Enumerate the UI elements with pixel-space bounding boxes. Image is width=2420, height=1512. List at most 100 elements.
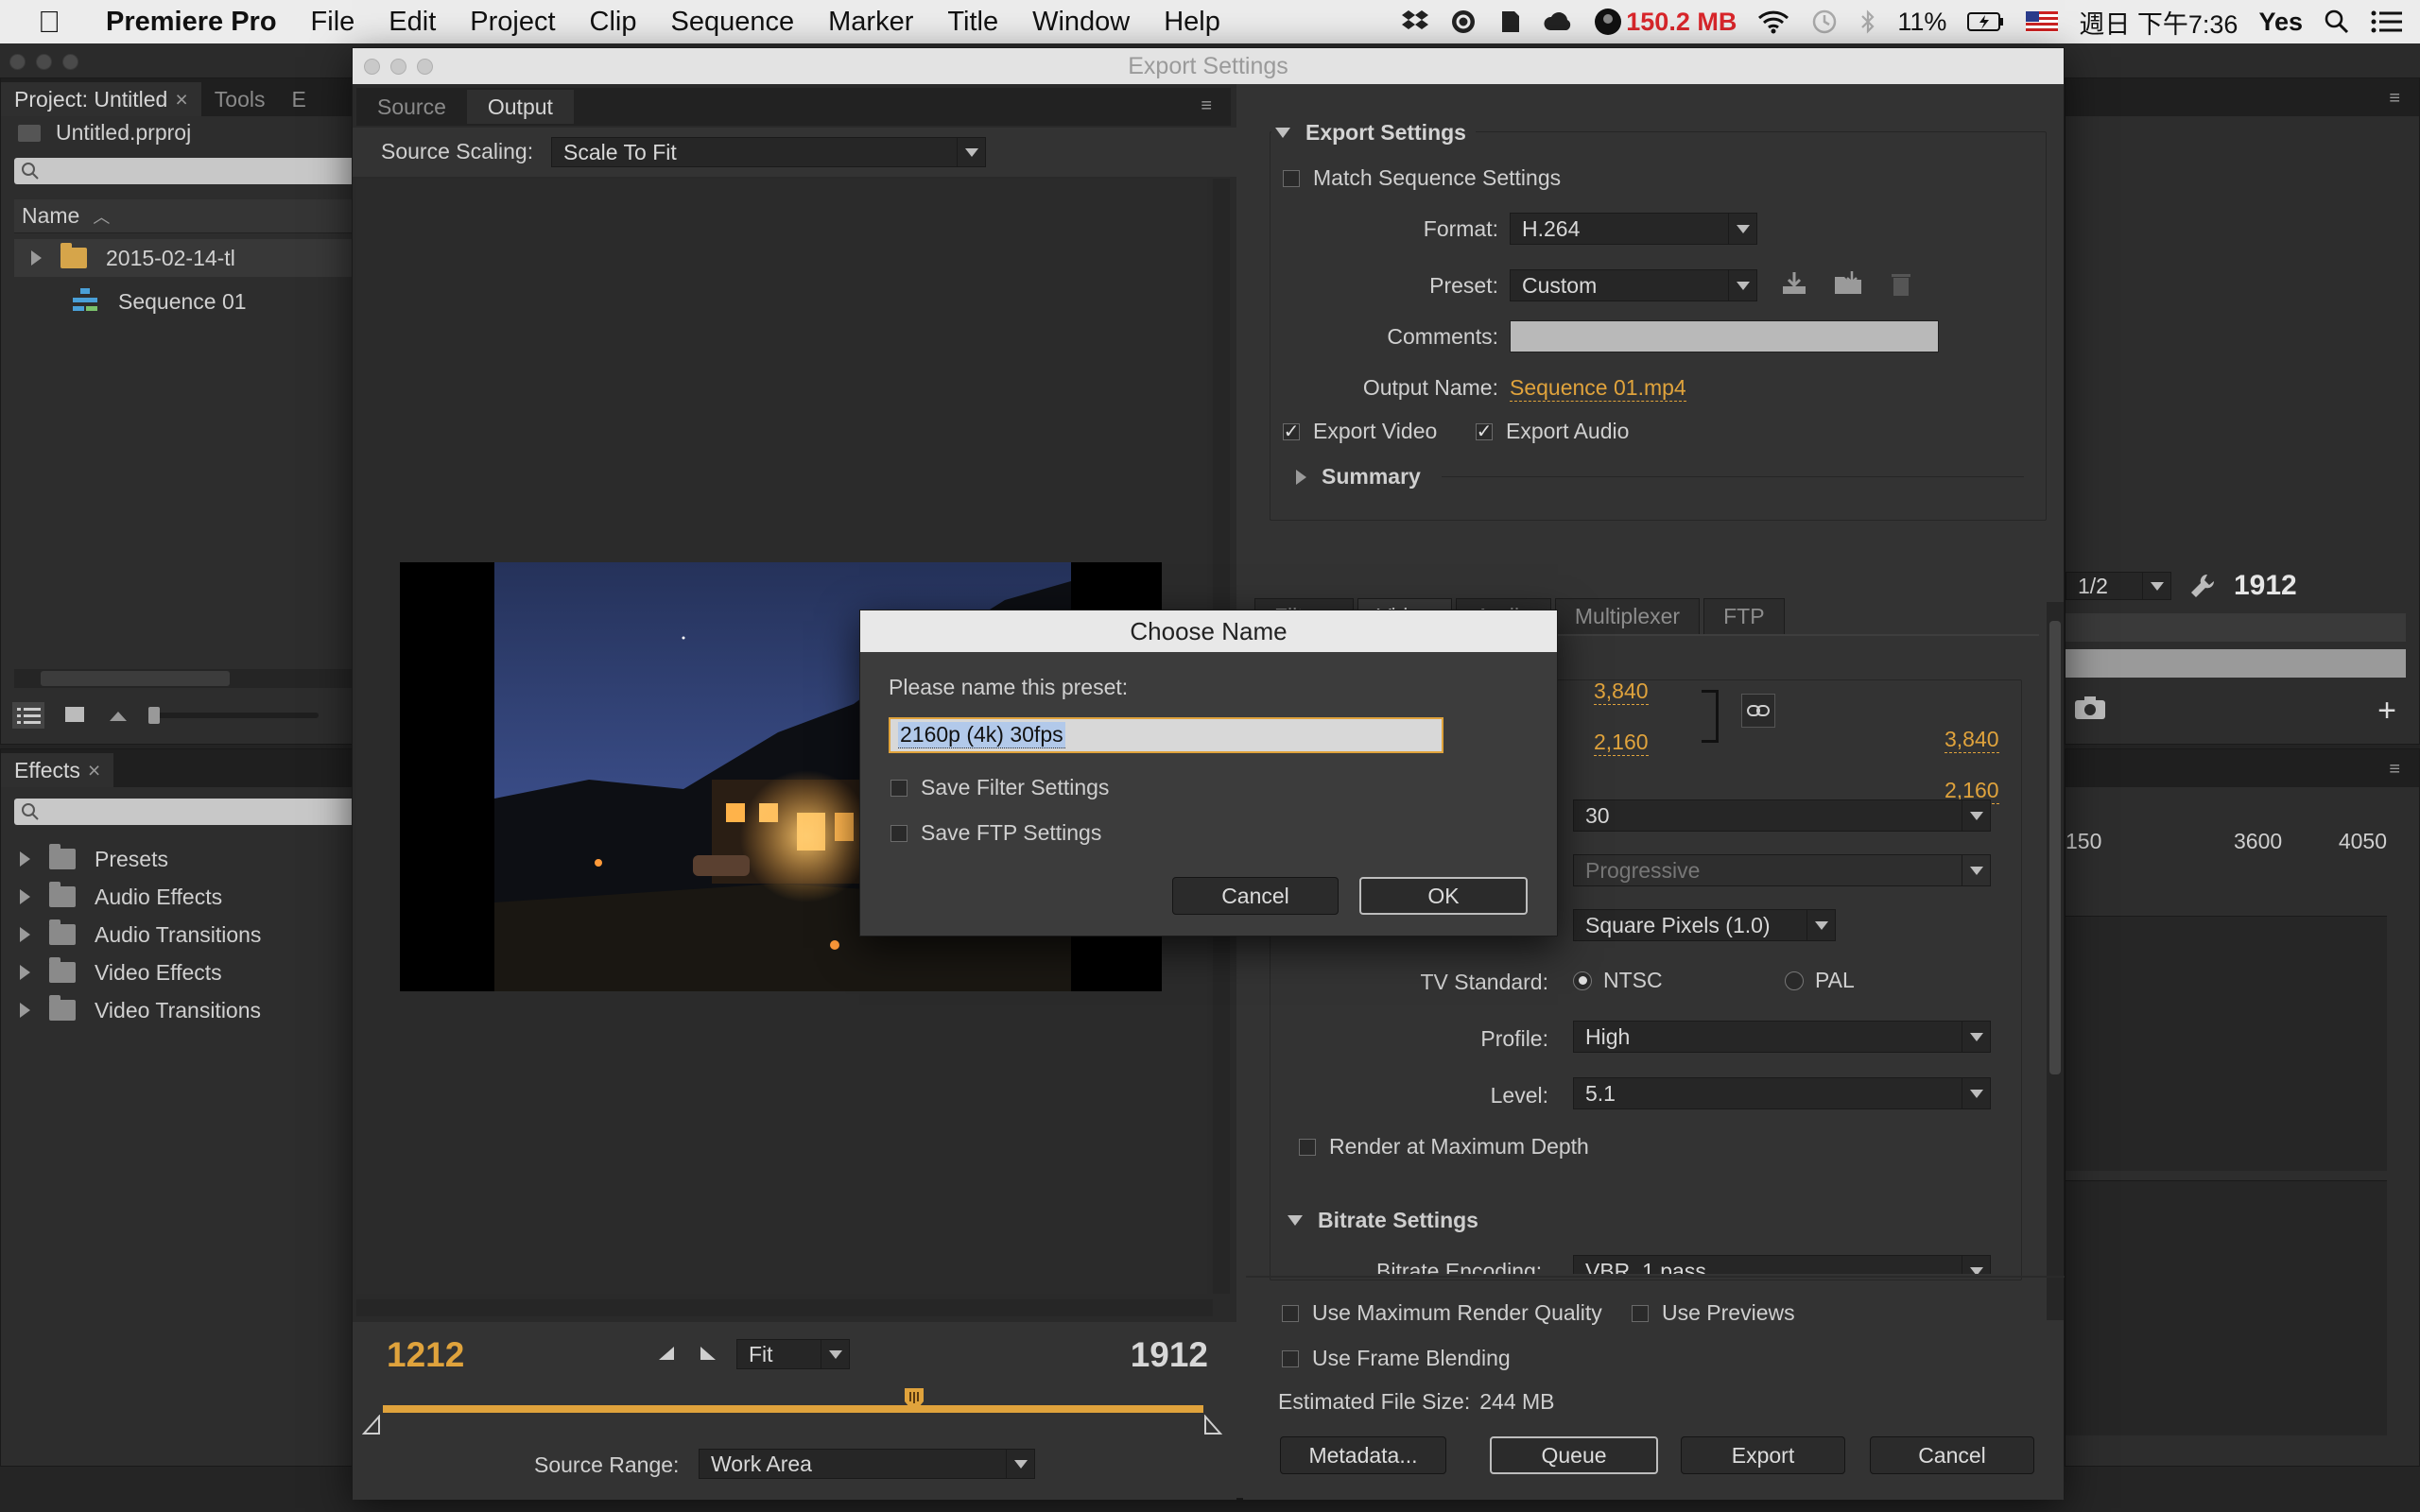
tab-project[interactable]: Project: Untitled × xyxy=(1,82,201,116)
queue-button[interactable]: Queue xyxy=(1490,1436,1658,1474)
pal-radio[interactable] xyxy=(1785,971,1804,990)
bitrate-settings-header[interactable]: Bitrate Settings xyxy=(1288,1208,1478,1233)
wrench-icon[interactable] xyxy=(2188,572,2217,600)
export-video-row[interactable]: Export Video xyxy=(1283,419,1437,444)
project-scrollbar[interactable] xyxy=(14,669,360,688)
metadata-button[interactable]: Metadata... xyxy=(1280,1436,1446,1474)
program-scroll[interactable] xyxy=(2066,649,2406,678)
format-dropdown[interactable]: H.264 xyxy=(1510,213,1757,245)
battery-icon[interactable] xyxy=(1967,11,2005,32)
tab-tools[interactable]: Tools xyxy=(201,82,279,116)
level-dropdown[interactable]: 5.1 xyxy=(1573,1077,1991,1109)
max-render-quality-row[interactable]: Use Maximum Render Quality xyxy=(1282,1300,1602,1326)
ntsc-radio[interactable] xyxy=(1573,971,1592,990)
frame-blending-row[interactable]: Use Frame Blending xyxy=(1282,1346,1511,1371)
expand-triangle-icon[interactable] xyxy=(20,1003,30,1018)
range-start-handle-icon[interactable] xyxy=(362,1415,381,1435)
collapse-triangle-icon[interactable] xyxy=(1275,128,1290,138)
list-item[interactable]: Video Effects xyxy=(20,954,261,991)
import-preset-icon[interactable] xyxy=(1833,269,1865,298)
export-cancel-button[interactable]: Cancel xyxy=(1870,1436,2034,1474)
menu-app-name[interactable]: Premiere Pro xyxy=(78,7,294,38)
fit-dropdown[interactable]: Fit xyxy=(736,1339,850,1369)
menu-file[interactable]: File xyxy=(294,7,372,38)
icon-view-icon[interactable] xyxy=(63,705,88,726)
tab-multiplexer[interactable]: Multiplexer xyxy=(1554,598,1701,634)
pal-option[interactable]: PAL xyxy=(1785,968,1855,993)
camera-icon[interactable] xyxy=(2073,695,2107,721)
export-button[interactable]: Export xyxy=(1681,1436,1845,1474)
menu-sequence[interactable]: Sequence xyxy=(654,7,812,38)
use-previews-checkbox[interactable] xyxy=(1632,1304,1649,1322)
ntsc-option[interactable]: NTSC xyxy=(1573,968,1663,993)
preview-hscroll[interactable] xyxy=(356,1299,1213,1316)
comments-input[interactable] xyxy=(1510,320,1939,352)
dropbox-icon[interactable] xyxy=(1401,9,1429,34)
menu-help[interactable]: Help xyxy=(1147,7,1237,38)
in-point-timecode[interactable]: 1212 xyxy=(387,1335,464,1375)
apple-icon[interactable]:  xyxy=(0,5,78,40)
notification-center-icon[interactable] xyxy=(2371,10,2403,33)
user-name[interactable]: Yes xyxy=(2258,8,2303,37)
expand-triangle-icon[interactable] xyxy=(20,927,30,942)
aspect-dropdown[interactable]: Square Pixels (1.0) xyxy=(1573,909,1836,941)
tab-ftp[interactable]: FTP xyxy=(1703,598,1785,634)
save-filter-row[interactable]: Save Filter Settings xyxy=(890,775,1109,800)
export-audio-row[interactable]: Export Audio xyxy=(1476,419,1629,444)
save-ftp-row[interactable]: Save FTP Settings xyxy=(890,820,1101,846)
match-sequence-checkbox[interactable] xyxy=(1283,169,1300,187)
menu-window[interactable]: Window xyxy=(1015,7,1147,38)
bluetooth-icon[interactable] xyxy=(1859,9,1876,35)
project-column-header[interactable]: Name ︿ xyxy=(14,199,360,233)
range-end-handle-icon[interactable] xyxy=(1203,1415,1222,1435)
list-item[interactable]: Audio Effects xyxy=(20,878,261,916)
panel-menu-icon[interactable]: ≡ xyxy=(2389,759,2400,781)
effects-search-input[interactable] xyxy=(14,799,360,825)
tab-output[interactable]: Output xyxy=(466,90,574,124)
zoom-slider[interactable] xyxy=(148,707,319,724)
export-audio-checkbox[interactable] xyxy=(1476,422,1493,440)
render-max-depth-checkbox[interactable] xyxy=(1299,1138,1316,1156)
out-point-timecode[interactable]: 1912 xyxy=(1131,1335,1208,1375)
close-icon[interactable]: × xyxy=(175,87,187,112)
profile-dropdown[interactable]: High xyxy=(1573,1021,1991,1053)
use-previews-row[interactable]: Use Previews xyxy=(1632,1300,1795,1326)
preset-dropdown[interactable]: Custom xyxy=(1510,269,1757,301)
export-video-checkbox[interactable] xyxy=(1283,422,1300,440)
menu-title[interactable]: Title xyxy=(930,7,1015,38)
height-value-visible[interactable]: 2,160 xyxy=(1594,730,1649,756)
bitrate-encoding-dropdown[interactable]: VBR, 1 pass xyxy=(1573,1255,1991,1274)
expand-triangle-icon[interactable] xyxy=(1296,469,1306,485)
add-button-icon[interactable]: + xyxy=(2377,693,2396,730)
max-render-quality-checkbox[interactable] xyxy=(1282,1304,1299,1322)
frame-rate-dropdown[interactable]: 30 xyxy=(1573,799,1991,832)
cloud-icon[interactable] xyxy=(1543,11,1573,32)
source-range-dropdown[interactable]: Work Area xyxy=(699,1449,1035,1479)
list-item[interactable]: Sequence 01 xyxy=(14,283,360,320)
dialog-ok-button[interactable]: OK xyxy=(1359,877,1528,915)
timeline-tracks-video[interactable] xyxy=(2066,916,2387,1171)
window-zoom-button[interactable] xyxy=(62,54,78,70)
list-item[interactable]: Audio Transitions xyxy=(20,916,261,954)
tab-source[interactable]: Source xyxy=(356,90,467,124)
work-area-bar[interactable] xyxy=(383,1405,1203,1413)
menu-marker[interactable]: Marker xyxy=(811,7,930,38)
wifi-icon[interactable] xyxy=(1757,9,1789,34)
width-value[interactable]: 3,840 xyxy=(1945,727,1999,753)
save-ftp-checkbox[interactable] xyxy=(890,824,908,842)
render-max-depth-row[interactable]: Render at Maximum Depth xyxy=(1299,1134,1589,1160)
save-filter-checkbox[interactable] xyxy=(890,779,908,797)
frame-blending-checkbox[interactable] xyxy=(1282,1349,1299,1367)
expand-triangle-icon[interactable] xyxy=(20,889,30,904)
clock-text[interactable]: 週日 下午7:36 xyxy=(2079,4,2238,41)
window-close-button[interactable] xyxy=(9,54,26,70)
dialog-cancel-button[interactable]: Cancel xyxy=(1172,877,1339,915)
avatar-icon[interactable] xyxy=(1594,8,1622,36)
list-item[interactable]: Presets xyxy=(20,840,261,878)
export-zoom-button[interactable] xyxy=(417,59,433,75)
menu-edit[interactable]: Edit xyxy=(372,7,453,38)
menu-project[interactable]: Project xyxy=(453,7,572,38)
list-item[interactable]: 2015-02-14-tl xyxy=(14,239,360,277)
menu-clip[interactable]: Clip xyxy=(573,7,654,38)
tab-effects-controls[interactable]: E xyxy=(279,82,320,116)
